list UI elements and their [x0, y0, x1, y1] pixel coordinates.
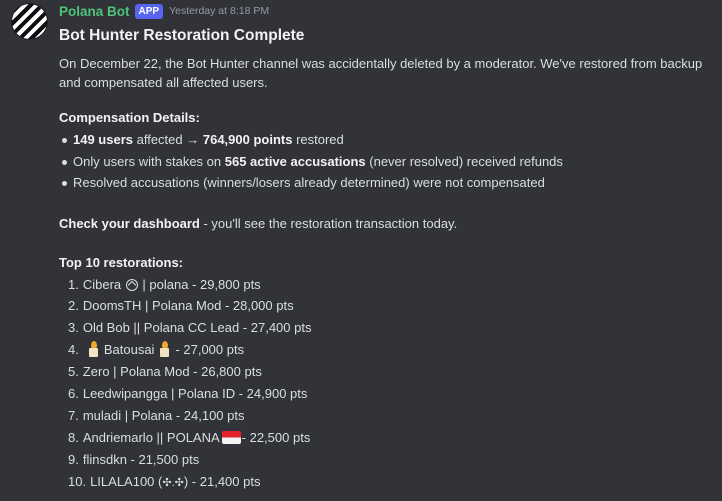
list-item: 7. muladi | Polana - 24,100 pts [68, 407, 245, 423]
message-header: Polana Bot APP Yesterday at 8:18 PM [59, 0, 716, 22]
list-item: 6. Leedwipangga | Polana ID - 24,900 pts [68, 386, 308, 402]
compensation-heading: Compensation Details: [59, 110, 200, 125]
restorations-list: 1. Cibera | polana - 29,800 pts 2. DoomsTH… [59, 274, 716, 495]
list-item: 8. Andriemarlo || POLANA - 22,500 pts [68, 429, 311, 445]
list-item: 4. Batousai - 27,000 pts [68, 341, 245, 358]
list-item: 2. DoomsTH | Polana Mod - 28,000 pts [68, 298, 294, 314]
intro-paragraph: On December 22, the Bot Hunter channel w… [59, 56, 703, 90]
dashboard-note: Check your dashboard - you'll see the re… [59, 215, 458, 231]
message-content: Polana Bot APP Yesterday at 8:18 PM Bot … [59, 0, 716, 495]
top-restorations-heading: Top 10 restorations: [59, 254, 184, 270]
list-item: 149 users affected → 764,900 points rest… [62, 129, 716, 151]
candle-icon [158, 341, 170, 358]
list-item: Resolved accusations (winners/losers alr… [62, 172, 716, 194]
message-timestamp[interactable]: Yesterday at 8:18 PM [169, 5, 269, 17]
indonesia-flag-icon [221, 430, 241, 444]
list-item: 10. LILALA100 (✣.✣) - 21,400 pts [68, 473, 261, 489]
app-badge: APP [134, 3, 164, 19]
bot-avatar[interactable] [12, 4, 47, 39]
chat-message: Polana Bot APP Yesterday at 8:18 PM Bot … [0, 0, 722, 501]
list-item: 1. Cibera | polana - 29,800 pts [68, 276, 261, 292]
compensation-list: 149 users affected → 764,900 points rest… [59, 129, 716, 194]
sparkle-icon: ✣.✣ [162, 476, 184, 489]
recycle-icon [125, 278, 138, 291]
list-item: 5. Zero | Polana Mod - 26,800 pts [68, 364, 262, 380]
candle-icon [87, 341, 99, 358]
list-item: Only users with stakes on 565 active acc… [62, 151, 716, 173]
list-item: 3. Old Bob || Polana CC Lead - 27,400 pts [68, 320, 312, 336]
list-item: 9. flinsdkn - 21,500 pts [68, 451, 200, 467]
author-name[interactable]: Polana Bot [59, 4, 130, 19]
message-title: Bot Hunter Restoration Complete [59, 27, 305, 44]
